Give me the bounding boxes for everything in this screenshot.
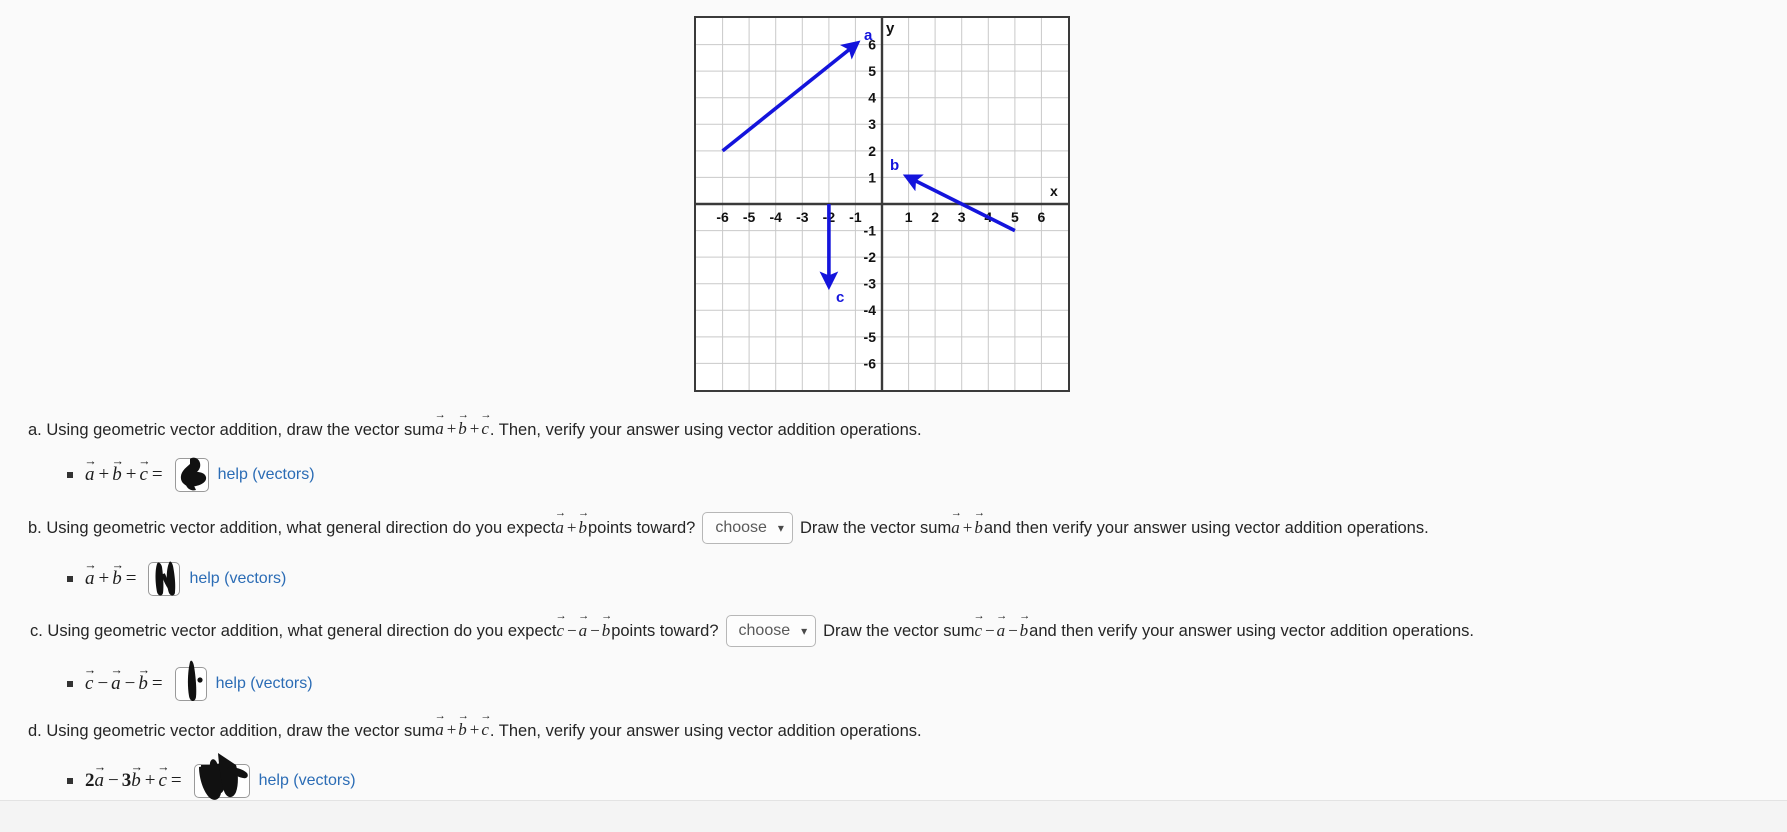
svg-text:-1: -1 bbox=[864, 223, 877, 239]
prompt-c: c. Using geometric vector addition, what… bbox=[30, 615, 1474, 647]
svg-text:-3: -3 bbox=[864, 276, 877, 292]
bottom-strip bbox=[0, 801, 1787, 832]
svg-text:4: 4 bbox=[868, 90, 876, 106]
prompt-c-mid: points toward? bbox=[611, 621, 719, 640]
answer-input-b[interactable] bbox=[148, 561, 181, 596]
prompt-c-tail: and then verify your answer using vector… bbox=[1029, 621, 1475, 640]
direction-select-b-value: choose bbox=[715, 519, 767, 537]
prompt-d-post: . Then, verify your answer using vector … bbox=[489, 721, 922, 740]
prompt-b-mid: points toward? bbox=[587, 518, 696, 537]
bullet-icon bbox=[67, 681, 73, 687]
svg-text:1: 1 bbox=[905, 209, 913, 225]
answer-row-d: 2a−3b+c= help (vectors) bbox=[67, 753, 356, 800]
help-vectors-link-a[interactable]: help (vectors) bbox=[218, 466, 315, 484]
answer-row-b: a+b= help (vectors) bbox=[67, 561, 286, 596]
prompt-a-math: a+b+c bbox=[435, 418, 490, 441]
svg-text:-6: -6 bbox=[864, 355, 877, 371]
direction-select-c[interactable]: choose ▾ bbox=[725, 615, 817, 647]
answer-b-expression: a+b= bbox=[85, 568, 139, 590]
svg-text:-5: -5 bbox=[864, 329, 877, 345]
answer-row-a: a+b+c= help (vectors) bbox=[67, 457, 315, 492]
answer-a-expression: a+b+c= bbox=[85, 464, 166, 486]
help-vectors-link-c[interactable]: help (vectors) bbox=[216, 675, 313, 693]
prompt-b-draw: Draw the vector sum bbox=[799, 518, 952, 537]
vector-c-label: c bbox=[836, 289, 844, 306]
svg-text:-4: -4 bbox=[864, 302, 877, 318]
svg-text:5: 5 bbox=[868, 63, 876, 79]
answer-d-expression: 2a−3b+c= bbox=[85, 770, 185, 792]
direction-select-b[interactable]: choose ▾ bbox=[702, 512, 793, 544]
cursor-icon bbox=[180, 457, 206, 491]
prompt-b-math: a+b bbox=[555, 517, 588, 540]
cursor-icon bbox=[155, 561, 176, 596]
answer-input-a[interactable] bbox=[174, 457, 209, 492]
svg-text:3: 3 bbox=[868, 116, 876, 132]
prompt-d-pre: d. Using geometric vector addition, draw… bbox=[28, 721, 436, 740]
bullet-icon bbox=[67, 576, 73, 582]
svg-text:1: 1 bbox=[868, 169, 876, 185]
svg-text:-1: -1 bbox=[849, 209, 862, 225]
answer-input-c[interactable] bbox=[174, 660, 207, 702]
svg-text:-5: -5 bbox=[743, 209, 756, 225]
prompt-a: a. Using geometric vector addition, draw… bbox=[28, 418, 922, 441]
vector-a-label: a bbox=[864, 27, 873, 44]
answer-row-c: c−a−b= help (vectors) bbox=[67, 660, 313, 702]
svg-text:2: 2 bbox=[868, 143, 876, 159]
prompt-b-math2: a+b bbox=[951, 517, 984, 540]
direction-select-c-value: choose bbox=[738, 622, 791, 640]
prompt-c-draw: Draw the vector sum bbox=[823, 621, 975, 640]
help-vectors-link-b[interactable]: help (vectors) bbox=[189, 570, 286, 588]
svg-text:3: 3 bbox=[958, 209, 966, 225]
bullet-icon bbox=[67, 778, 73, 784]
cursor-icon bbox=[187, 660, 203, 702]
help-vectors-link-d[interactable]: help (vectors) bbox=[259, 772, 356, 790]
chevron-down-icon: ▾ bbox=[801, 624, 808, 638]
prompt-c-math: c−a−b bbox=[556, 620, 611, 643]
svg-text:6: 6 bbox=[1038, 209, 1046, 225]
svg-text:-4: -4 bbox=[769, 209, 782, 225]
prompt-c-pre: c. Using geometric vector addition, what… bbox=[30, 621, 557, 640]
prompt-a-post: . Then, verify your answer using vector … bbox=[489, 420, 922, 439]
vector-graph-svg: y x -6 -5 -4 -3 -2 -1 1 2 3 4 5 6 6 5 bbox=[696, 18, 1068, 390]
page-root: y x -6 -5 -4 -3 -2 -1 1 2 3 4 5 6 6 5 bbox=[0, 0, 1787, 832]
x-axis-label: x bbox=[1050, 183, 1058, 199]
prompt-d-math: a+b+c bbox=[435, 719, 490, 742]
svg-text:-2: -2 bbox=[864, 249, 877, 265]
y-axis-label: y bbox=[886, 20, 895, 37]
answer-c-expression: c−a−b= bbox=[85, 673, 166, 695]
svg-text:-3: -3 bbox=[796, 209, 809, 225]
prompt-b: b. Using geometric vector addition, what… bbox=[28, 512, 1429, 544]
chevron-down-icon: ▾ bbox=[777, 521, 784, 535]
prompt-a-pre: a. Using geometric vector addition, draw… bbox=[28, 420, 436, 439]
prompt-d: d. Using geometric vector addition, draw… bbox=[28, 719, 922, 742]
prompt-c-math2: c−a−b bbox=[974, 620, 1029, 643]
svg-text:5: 5 bbox=[1011, 209, 1019, 225]
prompt-b-pre: b. Using geometric vector addition, what… bbox=[28, 518, 556, 537]
bullet-icon bbox=[67, 472, 73, 478]
svg-text:-6: -6 bbox=[716, 209, 729, 225]
vector-b-label: b bbox=[890, 157, 899, 174]
prompt-b-tail: and then verify your answer using vector… bbox=[983, 518, 1429, 537]
svg-text:2: 2 bbox=[931, 209, 939, 225]
vector-graph: y x -6 -5 -4 -3 -2 -1 1 2 3 4 5 6 6 5 bbox=[694, 16, 1070, 392]
answer-input-d[interactable] bbox=[193, 753, 250, 800]
